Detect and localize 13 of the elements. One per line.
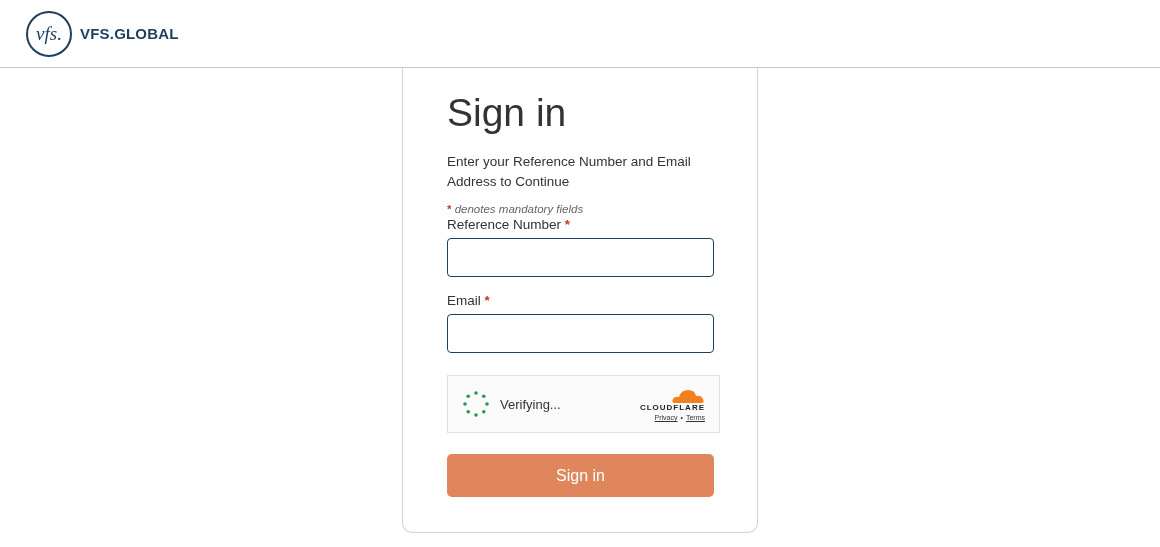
page-title: Sign in [447, 91, 568, 135]
mandatory-note: * denotes mandatory fields [447, 203, 585, 215]
captcha-status: Verifying... [500, 396, 562, 412]
logo-mark: vfs. [26, 10, 72, 57]
input-field[interactable] [447, 314, 714, 353]
input-field[interactable] [447, 238, 714, 277]
field-label: Reference Number * [447, 217, 572, 232]
logo-text: VFS.GLOBAL [80, 25, 179, 42]
brand-text: CLOUDFLARE [639, 403, 705, 412]
intro-text: Enter your Reference Number and Email Address to Continue [447, 153, 692, 191]
cloud-icon [671, 387, 705, 403]
field-label: Email * [447, 293, 491, 308]
spinner-icon [462, 390, 490, 418]
